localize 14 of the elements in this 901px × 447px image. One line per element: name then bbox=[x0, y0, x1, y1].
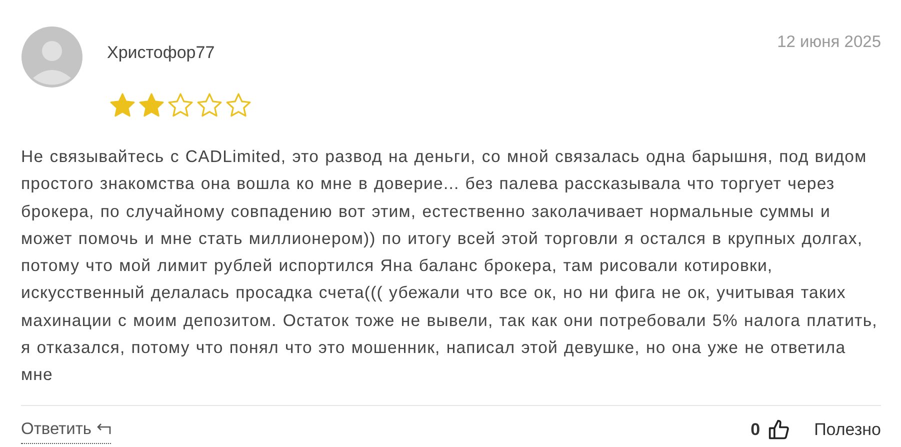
like-count: 0 bbox=[750, 419, 760, 442]
filled-star-icon bbox=[109, 92, 136, 119]
empty-star-icon bbox=[225, 92, 252, 119]
thumbs-up-icon[interactable] bbox=[768, 419, 790, 442]
reply-link[interactable]: Ответить bbox=[21, 416, 111, 444]
avatar-icon bbox=[21, 26, 83, 88]
helpful-label[interactable]: Полезно bbox=[814, 417, 881, 443]
author-name: Христофор77 bbox=[107, 42, 216, 64]
filled-star-icon bbox=[138, 92, 165, 119]
review-date: 12 июня 2025 bbox=[777, 32, 881, 53]
reply-arrow-icon bbox=[96, 423, 111, 436]
review-text: Не связывайтесь с CADLimited, это развод на деньги, со мной связалась одна барышня, под видом простого знакомства она вошла ко мне в доверие... без палева рассказывала что торгует через брокера, по случайному совпадению вот этим, естественно заколачивает нормальные суммы и может помочь и мне стать миллионером)) по итогу всей этой торговли я остался в крупных долгах, потому что мой лимит рублей испортился Яна баланс брокера, там рисовали котировки, искусственный делалась просадка счета((( убежали что все ок, но ни фига не ок, учитывая таких махинации с моим депозитом. Остаток тоже не вывели, так как они потребовали 5% налога платить, я отказался, потому что понял что это мошенник, написал этой девушке, но она уже не ответила мне bbox=[21, 146, 878, 386]
empty-star-icon bbox=[167, 92, 194, 119]
empty-star-icon bbox=[196, 92, 223, 119]
